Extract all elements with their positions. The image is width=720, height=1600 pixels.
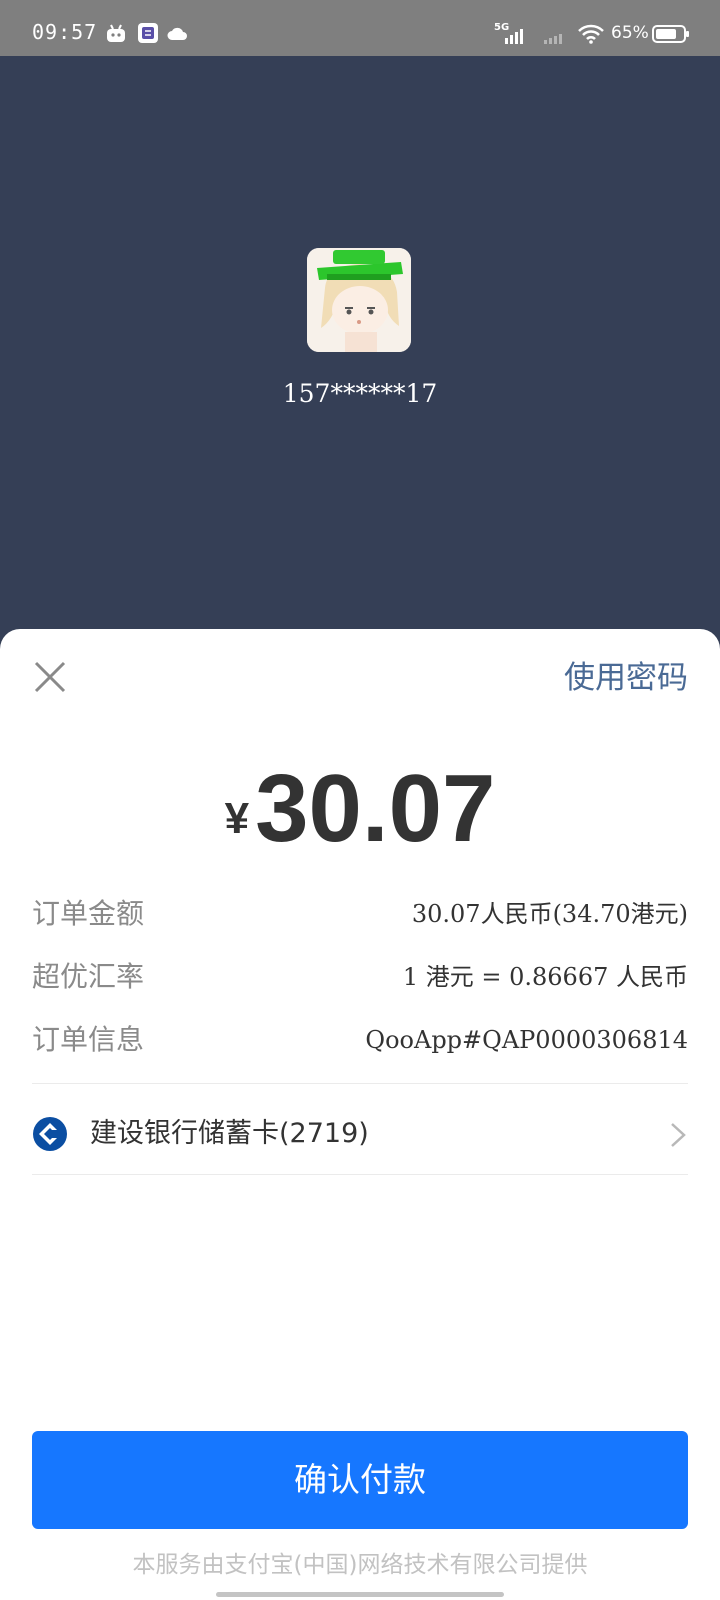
payment-amount: ¥30.07 [0,759,720,859]
order-amount-label: 订单金额 [32,897,145,930]
exchange-rate-label: 超优汇率 [32,960,145,993]
battery-icon [652,25,689,43]
exchange-rate-row: 超优汇率 1 港元 = 0.86667 人民币 [32,955,688,999]
order-amount-value: 30.07人民币(34.70港元) [411,900,688,928]
order-info-row: 订单信息 QooApp#QAP0000306814 [32,1018,688,1062]
order-amount-row: 订单金额 30.07人民币(34.70港元) [32,892,688,936]
divider [32,1174,688,1175]
ccb-bank-icon [33,1117,67,1151]
home-indicator[interactable] [216,1592,504,1597]
divider [32,1083,688,1084]
payment-sheet: 使用密码 ¥30.07 订单金额 30.07人民币(34.70港元) 超优汇率 … [0,629,720,1600]
bank-card-label: 建设银行储蓄卡(2719) [90,1118,369,1149]
svg-text:5G: 5G [494,22,509,33]
order-info-label: 订单信息 [32,1023,145,1056]
exchange-rate-value: 1 港元 = 0.86667 人民币 [402,963,688,991]
service-provider-note: 本服务由支付宝(中国)网络技术有限公司提供 [132,1552,588,1578]
avatar-illustration-icon [307,248,411,352]
close-icon[interactable] [30,657,70,697]
status-time: 09:57 [32,20,98,44]
signal-5g-icon: 5G [494,22,523,44]
use-password-link[interactable]: 使用密码 [564,657,688,699]
account-id: 157******17 [282,379,438,408]
chevron-right-icon [671,1123,686,1147]
currency-symbol: ¥ [224,794,250,843]
status-bar: 09:57 5G 65% [0,0,720,56]
confirm-payment-button[interactable]: 确认付款 [32,1431,688,1529]
amount-value: 30.07 [255,755,496,862]
user-avatar [307,248,411,352]
notification-app-icon [138,23,158,43]
robot-icon [107,24,125,42]
wifi-icon [578,24,604,44]
battery-percentage: 65% [611,23,649,43]
signal-secondary-icon [544,34,562,44]
cloud-icon [167,27,187,40]
payment-method-row[interactable]: 建设银行储蓄卡(2719) [32,1104,688,1164]
order-info-value: QooApp#QAP0000306814 [365,1026,688,1054]
